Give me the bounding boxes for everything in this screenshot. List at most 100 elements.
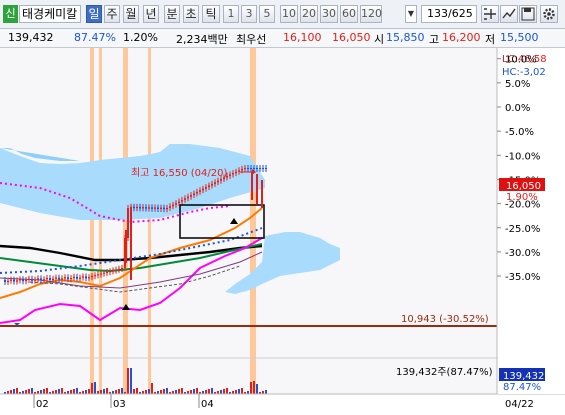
candle-body	[169, 206, 171, 208]
candle-body	[139, 206, 141, 209]
volume-bar	[31, 388, 33, 394]
save-icon[interactable]	[519, 5, 537, 23]
candle-body	[148, 207, 150, 209]
interval-button-3[interactable]: 3	[241, 5, 257, 23]
y-tick-label: 5.0%	[505, 79, 530, 90]
volume-bar	[100, 390, 102, 394]
candle-body	[136, 206, 138, 209]
period-button-day[interactable]: 일	[86, 5, 102, 23]
volume-bar	[25, 390, 27, 394]
best-ask-value: 16,100	[283, 31, 322, 44]
volume-bar	[73, 389, 75, 394]
candle-body	[193, 193, 195, 196]
volume-box-value: 139,432	[503, 371, 544, 382]
candle-body	[91, 276, 93, 278]
candle-body	[115, 269, 117, 271]
candle-body	[217, 180, 219, 183]
interval-button-120[interactable]: 120	[360, 5, 382, 23]
period-button-week[interactable]: 주	[104, 5, 120, 23]
open-value: 15,850	[386, 31, 425, 44]
interval-dropdown-icon[interactable]: ▼	[405, 5, 417, 23]
volume-bar	[190, 390, 192, 394]
turnover-ratio: 1.20%	[123, 31, 158, 44]
candle-body	[106, 272, 108, 273]
volume-bar	[106, 388, 108, 394]
candle-body	[265, 168, 267, 169]
interval-button-10[interactable]: 10	[280, 5, 298, 23]
page-count-field[interactable]: 133/625	[421, 5, 477, 23]
candle-body	[7, 280, 9, 282]
period-button-tick[interactable]: 틱	[202, 5, 220, 23]
candle-body	[67, 277, 69, 280]
plot-shade	[0, 48, 497, 394]
period-button-month[interactable]: 월	[123, 5, 139, 23]
candle-body	[31, 278, 33, 281]
x-label-apr: 04	[201, 399, 214, 410]
interval-button-60[interactable]: 60	[340, 5, 358, 23]
volume-bar	[46, 388, 48, 394]
chart-compare-icon[interactable]	[500, 5, 518, 23]
candle-body	[121, 268, 123, 269]
period-button-minute[interactable]: 분	[164, 5, 180, 23]
candle-body	[232, 173, 234, 175]
candle-body	[166, 207, 168, 210]
candle-body	[235, 171, 237, 174]
candle-body	[25, 280, 27, 282]
y-axis-background	[497, 48, 565, 394]
trade-value: 2,234백만	[176, 33, 228, 46]
candle-body	[133, 206, 135, 209]
candle-body	[187, 196, 189, 199]
volume-bar	[55, 390, 57, 394]
candle-body	[52, 278, 54, 280]
volume-value: 139,432	[8, 31, 54, 44]
current-change-value: 1.90%	[506, 192, 538, 203]
candle-body	[97, 274, 99, 276]
hc-label: HC:-3,02	[502, 67, 546, 78]
period-button-year[interactable]: 년	[143, 5, 159, 23]
interval-button-1[interactable]: 1	[223, 5, 239, 23]
chart-window: 신 태경케미칼 일 주 월 년 분 초 틱 1 3 5 10 20 30 60 …	[0, 0, 565, 415]
candle-body	[259, 168, 261, 169]
stock-name-field[interactable]: 태경케미칼	[19, 5, 81, 23]
candle-body	[103, 272, 105, 274]
x-label-feb: 02	[36, 399, 49, 410]
volume-bar	[160, 390, 162, 394]
price-chart[interactable]: 최고 16,550 (04/20) 10,943 (-30.52%) 139,4…	[0, 48, 565, 415]
volume-bar	[166, 388, 168, 394]
candle-body	[214, 182, 216, 184]
candle-body	[175, 203, 177, 205]
volume-bar	[16, 388, 18, 394]
volume-bar	[253, 381, 255, 394]
candle-body	[37, 278, 39, 280]
candle-body	[73, 276, 75, 278]
volume-bar	[91, 383, 93, 394]
interval-button-5[interactable]: 5	[259, 5, 275, 23]
candle-body	[151, 207, 153, 209]
volume-bar	[85, 390, 87, 394]
crosshair-settings-icon[interactable]	[481, 5, 499, 23]
interval-button-20[interactable]: 20	[300, 5, 318, 23]
candle-body	[40, 278, 42, 281]
volume-bar	[235, 390, 237, 394]
candle-body	[211, 183, 213, 186]
period-button-second[interactable]: 초	[183, 5, 199, 23]
candle-body	[142, 207, 144, 209]
volume-bar	[58, 389, 60, 394]
candle-body	[205, 187, 207, 189]
chart-canvas[interactable]: 최고 16,550 (04/20) 10,943 (-30.52%) 139,4…	[0, 48, 565, 415]
y-tick-label: -10.0%	[505, 151, 540, 162]
interval-button-30[interactable]: 30	[320, 5, 338, 23]
volume-bar	[88, 389, 90, 394]
volume-bar	[103, 389, 105, 394]
gear-icon[interactable]	[540, 5, 558, 23]
volume-bar	[181, 388, 183, 394]
candle-body	[10, 279, 12, 281]
candle-body	[88, 277, 90, 279]
volume-bar	[70, 390, 72, 394]
volume-bar	[148, 389, 150, 394]
candle-body	[181, 199, 183, 202]
volume-bar	[118, 389, 120, 394]
candle-body	[82, 276, 84, 278]
candle-body	[55, 277, 57, 279]
volume-bar	[175, 390, 177, 394]
